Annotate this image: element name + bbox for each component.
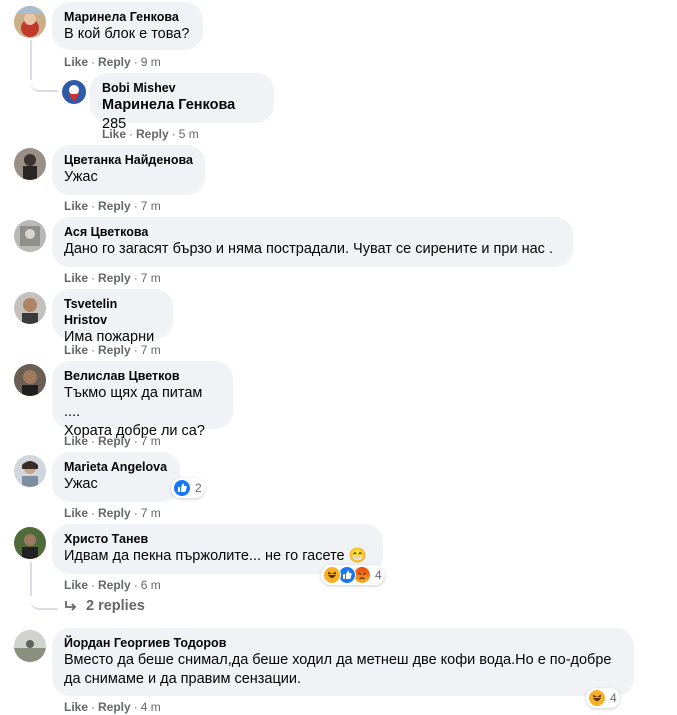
timestamp[interactable]: 7 m (141, 271, 161, 285)
comment-text: В кой блок е това? (64, 26, 190, 42)
avatar[interactable] (14, 148, 46, 180)
like-button[interactable]: Like (64, 343, 88, 357)
avatar[interactable] (14, 455, 46, 487)
comment-author[interactable]: Велислав Цветков (64, 368, 221, 384)
reply-button[interactable]: Reply (98, 578, 131, 592)
timestamp[interactable]: 7 m (141, 434, 161, 448)
comment-author[interactable]: Цветанка Найденова (64, 152, 193, 168)
comment-text-line: Тъкмо щях да питам .... (64, 385, 207, 420)
view-replies-link[interactable]: 2 replies (64, 598, 145, 614)
avatar[interactable] (14, 220, 46, 252)
comment-author[interactable]: Tsvetelin Hristov (64, 296, 161, 328)
avatar[interactable] (14, 292, 46, 324)
comment-author[interactable]: Йордан Георгиев Тодоров (64, 635, 622, 651)
reactions-summary[interactable]: 2 (171, 478, 205, 498)
comment-bubble: Маринела Генкова В кой блок е това? (52, 2, 203, 50)
haha-icon (323, 566, 341, 584)
comment-author[interactable]: Ася Цветкова (64, 224, 561, 240)
comment-author[interactable]: Bobi Mishev (102, 80, 262, 96)
comment-actions: Like · Reply · 6 m (64, 578, 161, 592)
timestamp[interactable]: 4 m (141, 700, 161, 714)
reaction-count: 4 (610, 691, 617, 705)
comment-text: Ужас (64, 476, 98, 492)
comment-text: Ужас (64, 169, 98, 185)
reply-button[interactable]: Reply (98, 271, 131, 285)
comment-author[interactable]: Marieta Angelova (64, 459, 168, 475)
avatar[interactable] (14, 364, 46, 396)
like-button[interactable]: Like (64, 199, 88, 213)
reactions-summary[interactable]: 4 (321, 565, 385, 585)
comment-actions: Like · Reply · 7 m (64, 343, 161, 357)
avatar[interactable] (14, 6, 46, 38)
reply-button[interactable]: Reply (98, 700, 131, 714)
like-button[interactable]: Like (64, 271, 88, 285)
haha-icon (588, 689, 606, 707)
comment-bubble: Bobi Mishev Маринела Генкова 285 (90, 73, 274, 132)
timestamp[interactable]: 7 m (141, 199, 161, 213)
like-button[interactable]: Like (64, 55, 88, 69)
comment-bubble: Цветанка Найденова Ужас (52, 145, 205, 195)
comment-bubble: Ася Цветкова Дано го загасят бързо и ням… (52, 217, 573, 267)
comment-author[interactable]: Христо Танев (64, 531, 371, 547)
avatar[interactable] (62, 80, 86, 104)
comment-actions: Like · Reply · 4 m (64, 700, 161, 714)
comment-actions: Like · Reply · 9 m (64, 55, 161, 69)
comment-text: Идвам да пекна пържолите... не го гасете… (64, 548, 367, 564)
reaction-count: 4 (375, 568, 382, 582)
like-button[interactable]: Like (64, 578, 88, 592)
comment-bubble: Tsvetelin Hristov Има пожарни (52, 289, 173, 345)
mention-link[interactable]: Маринела Генкова (102, 97, 235, 113)
comment-bubble: Йордан Георгиев Тодоров Вместо да беше с… (52, 628, 634, 696)
reply-button[interactable]: Reply (136, 127, 169, 141)
reply-button[interactable]: Reply (98, 506, 131, 520)
reply-button[interactable]: Reply (98, 55, 131, 69)
avatar[interactable] (14, 630, 46, 662)
comment-text: Дано го загасят бързо и няма пострадали.… (64, 241, 553, 257)
like-button[interactable]: Like (64, 434, 88, 448)
comment-actions: Like · Reply · 5 m (102, 127, 199, 141)
comment-text-line: Вместо да беше снимал,да беше ходил да м… (64, 652, 612, 668)
timestamp[interactable]: 7 m (141, 506, 161, 520)
reactions-summary[interactable]: 4 (586, 688, 620, 708)
timestamp[interactable]: 6 m (141, 578, 161, 592)
timestamp[interactable]: 9 m (141, 55, 161, 69)
comment-bubble: Велислав Цветков Тъкмо щях да питам ....… (52, 361, 233, 439)
reply-arrow-icon (65, 601, 77, 611)
comment-actions: Like · Reply · 7 m (64, 199, 161, 213)
like-icon (173, 479, 191, 497)
avatar[interactable] (14, 527, 46, 559)
reaction-count: 2 (195, 481, 202, 495)
thread-connector (30, 590, 58, 610)
comment-actions: Like · Reply · 7 m (64, 434, 161, 448)
comment-text-line: да снимаме и да правим сензации. (64, 671, 302, 687)
thread-connector (30, 70, 58, 92)
reply-button[interactable]: Reply (98, 343, 131, 357)
comment-actions: Like · Reply · 7 m (64, 506, 161, 520)
like-button[interactable]: Like (64, 700, 88, 714)
timestamp[interactable]: 5 m (179, 127, 199, 141)
reply-button[interactable]: Reply (98, 434, 131, 448)
reply-button[interactable]: Reply (98, 199, 131, 213)
timestamp[interactable]: 7 m (141, 343, 161, 357)
like-button[interactable]: Like (102, 127, 126, 141)
replies-count: 2 replies (86, 598, 145, 614)
comment-actions: Like · Reply · 7 m (64, 271, 161, 285)
comment-author[interactable]: Маринела Генкова (64, 9, 191, 25)
like-button[interactable]: Like (64, 506, 88, 520)
comment-bubble: Marieta Angelova Ужас (52, 452, 180, 502)
